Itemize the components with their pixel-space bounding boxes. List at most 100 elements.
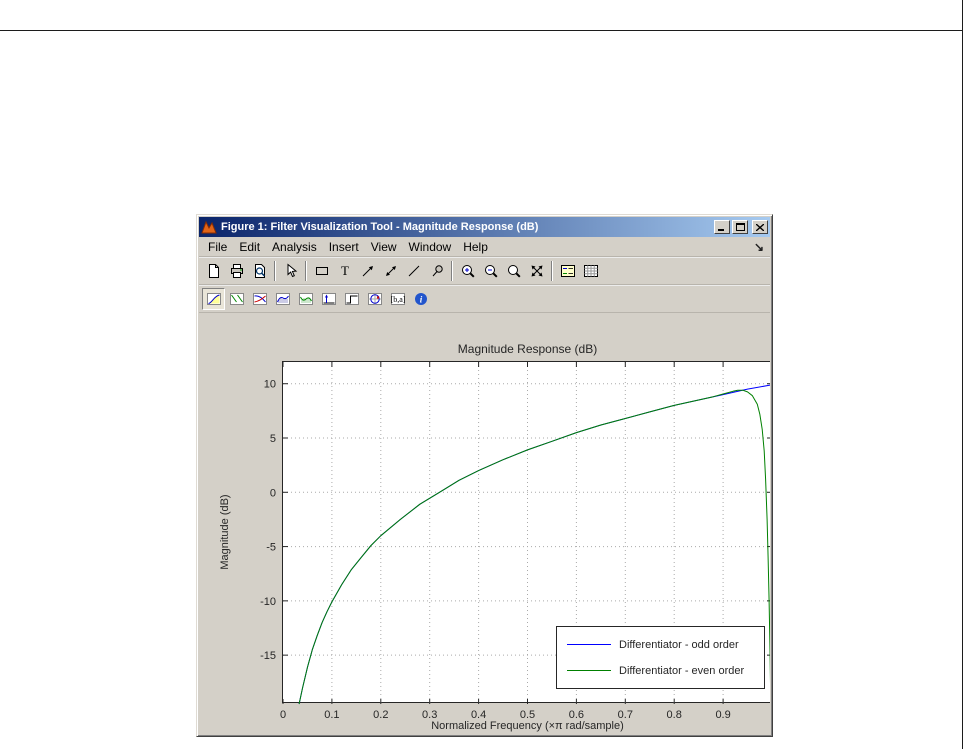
legend-toggle-icon: [560, 264, 575, 277]
step-response-icon: [344, 292, 359, 305]
insert-line-icon: [408, 265, 419, 276]
svg-text:T: T: [341, 263, 349, 278]
main-toolbar: T: [199, 257, 770, 285]
group-delay-icon: [275, 292, 290, 305]
svg-text:-15: -15: [260, 650, 276, 662]
insert-double-arrow-button[interactable]: [379, 260, 402, 282]
window-controls: [714, 220, 768, 234]
phase-response-button[interactable]: [225, 288, 248, 310]
zoom-out-icon: [484, 264, 498, 278]
legend-line-even: [567, 670, 611, 671]
legend-line-odd: [567, 644, 611, 645]
minimize-icon: [718, 229, 724, 231]
new-file-icon: [208, 263, 219, 278]
page: Figure 1: Filter Visualization Tool - Ma…: [0, 0, 973, 749]
pole-zero-icon: [367, 292, 382, 305]
minimize-button[interactable]: [714, 220, 730, 234]
window-title: Figure 1: Filter Visualization Tool - Ma…: [221, 221, 539, 233]
svg-text:10: 10: [264, 379, 276, 391]
analysis-toolbar: [b,a] i: [199, 285, 770, 313]
legend-item-odd: Differentiator - odd order: [557, 632, 764, 658]
maximize-button[interactable]: [732, 220, 748, 234]
legend-label-odd: Differentiator - odd order: [619, 638, 739, 651]
y-axis-label: Magnitude (dB): [219, 494, 231, 570]
pole-zero-button[interactable]: [363, 288, 386, 310]
close-button[interactable]: [752, 220, 768, 234]
menu-analysis[interactable]: Analysis: [267, 238, 322, 256]
page-border-top: [0, 30, 963, 31]
legend-toggle-button[interactable]: [556, 260, 579, 282]
group-delay-button[interactable]: [271, 288, 294, 310]
print-preview-icon: [254, 263, 265, 278]
plot-axes[interactable]: 10 5 0 -5 -10 -15 0 0.1 0.2 0.3 0.4 0.5 0.6 0.7 0.8 0.9…: [260, 361, 770, 721]
menu-edit[interactable]: Edit: [234, 238, 265, 256]
zoom-in-icon: [461, 264, 475, 278]
legend-label-even: Differentiator - even order: [619, 664, 745, 677]
grid-toggle-button[interactable]: [579, 260, 602, 282]
zoom-in-button[interactable]: [456, 260, 479, 282]
insert-arrow-button[interactable]: [356, 260, 379, 282]
page-border-right: [962, 0, 963, 749]
menu-help[interactable]: Help: [458, 238, 493, 256]
insert-rectangle-button[interactable]: [310, 260, 333, 282]
toolbar-separator: [551, 260, 553, 281]
close-icon: [756, 223, 764, 231]
filter-information-button[interactable]: i: [409, 288, 432, 310]
magnitude-and-phase-icon: [252, 292, 267, 305]
insert-rectangle-icon: [315, 266, 328, 275]
filter-coefficients-icon: [b,a]: [390, 292, 405, 305]
filter-information-icon: i: [414, 292, 427, 305]
magnitude-response-button[interactable]: [202, 287, 225, 310]
edit-plot-pointer-button[interactable]: [279, 260, 302, 282]
toolbar-separator: [451, 260, 453, 281]
zoom-button[interactable]: [502, 260, 525, 282]
legend-box[interactable]: Differentiator - odd order Differentiato…: [556, 626, 765, 689]
zoom-out-button[interactable]: [479, 260, 502, 282]
menu-insert[interactable]: Insert: [324, 238, 364, 256]
print-icon: [230, 263, 243, 278]
matlab-figure-icon: [201, 220, 217, 234]
impulse-response-icon: [321, 292, 336, 305]
edit-plot-pointer-icon: [287, 262, 297, 277]
legend-item-even: Differentiator - even order: [557, 658, 764, 684]
pin-to-axes-button[interactable]: [425, 260, 448, 282]
insert-arrow-icon: [362, 265, 373, 276]
toolbar-separator: [305, 260, 307, 281]
print-preview-button[interactable]: [248, 260, 271, 282]
grid-toggle-icon: [583, 264, 598, 277]
phase-delay-icon: [298, 292, 313, 305]
insert-double-arrow-icon: [385, 265, 396, 276]
x-axis-label: Normalized Frequency (×π rad/sample): [431, 720, 624, 732]
menu-file[interactable]: File: [203, 238, 232, 256]
insert-text-button[interactable]: T: [333, 260, 356, 282]
magnitude-response-icon: [206, 292, 221, 305]
toolbar-separator: [274, 260, 276, 281]
fvtool-window: Figure 1: Filter Visualization Tool - Ma…: [196, 214, 773, 737]
insert-text-icon: T: [341, 263, 349, 278]
new-file-button[interactable]: [202, 260, 225, 282]
phase-delay-button[interactable]: [294, 288, 317, 310]
svg-text:5: 5: [270, 433, 276, 445]
step-response-button[interactable]: [340, 288, 363, 310]
svg-text:-10: -10: [260, 596, 276, 608]
menu-window[interactable]: Window: [404, 238, 457, 256]
menu-view[interactable]: View: [366, 238, 402, 256]
filter-coefficients-button[interactable]: [b,a]: [386, 288, 409, 310]
title-bar[interactable]: Figure 1: Filter Visualization Tool - Ma…: [199, 217, 770, 237]
phase-response-icon: [229, 292, 244, 305]
impulse-response-button[interactable]: [317, 288, 340, 310]
svg-text:-5: -5: [266, 542, 276, 554]
menu-bar: File Edit Analysis Insert View Window He…: [199, 237, 770, 257]
svg-text:[b,a]: [b,a]: [390, 295, 405, 304]
figure-canvas: Magnitude Response (dB) Magnitude (dB) 1…: [199, 313, 770, 734]
insert-line-button[interactable]: [402, 260, 425, 282]
print-button[interactable]: [225, 260, 248, 282]
maximize-icon: [735, 223, 745, 231]
svg-text:0: 0: [270, 487, 276, 499]
dock-figure-icon[interactable]: ↘: [754, 240, 764, 254]
pin-to-axes-icon: [432, 264, 443, 276]
full-view-button[interactable]: [525, 260, 548, 282]
full-view-icon: [531, 265, 542, 276]
zoom-icon: [507, 264, 521, 278]
magnitude-and-phase-button[interactable]: [248, 288, 271, 310]
